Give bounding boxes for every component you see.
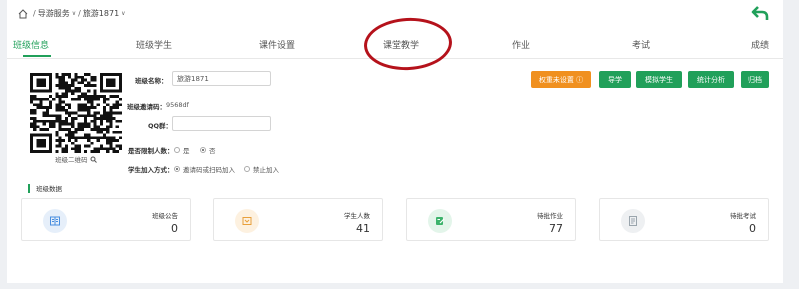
breadcrumb-current[interactable]: 旅游1871 <box>83 8 119 19</box>
radio-circle-selected[interactable] <box>200 147 206 153</box>
section-title-text: 班级数据 <box>36 185 62 193</box>
join-invite-radio[interactable]: 邀请码或扫码加入 <box>174 164 235 174</box>
chevron-down-icon[interactable]: ∨ <box>72 10 76 17</box>
tab-exam[interactable]: 考试 <box>632 38 650 51</box>
stat-name: 待批考试 <box>730 212 756 220</box>
simulate-student-button[interactable]: 模拟学生 <box>636 71 682 88</box>
class-data-section-title: 班级数据 <box>28 183 62 193</box>
annotation-circle <box>362 15 454 73</box>
qr-code-label-text: 班级二维码 <box>55 156 88 164</box>
join-method-label: 学生加入方式： <box>128 166 174 174</box>
class-name-label: 班级名称： <box>135 77 168 85</box>
section-accent-bar <box>28 183 30 193</box>
stat-card-notice[interactable]: 班级公告 0 <box>21 198 191 241</box>
invite-code-value: 9568df <box>166 101 189 109</box>
active-tab-underline <box>23 55 51 57</box>
stat-name: 学生人数 <box>344 212 370 220</box>
stat-name: 班级公告 <box>152 212 178 220</box>
stat-value: 77 <box>549 222 563 235</box>
stat-card-homework[interactable]: 待批作业 77 <box>406 198 576 241</box>
chevron-down-icon[interactable]: ∨ <box>121 10 125 17</box>
main-card: / 导游服务 ∨ / 旅游1871 ∨ 班级信息 班级学生 课件设置 课堂教学 … <box>7 0 783 283</box>
archive-button[interactable]: 归档 <box>741 71 769 88</box>
stat-value: 0 <box>749 222 756 235</box>
home-icon[interactable] <box>18 8 28 19</box>
exam-icon <box>621 209 645 233</box>
radio-label: 是 <box>183 147 190 155</box>
join-forbid-radio[interactable]: 禁止加入 <box>244 164 279 174</box>
radio-label: 邀请码或扫码加入 <box>183 166 235 174</box>
stat-name: 待批作业 <box>537 212 563 220</box>
stat-value: 0 <box>171 222 178 235</box>
qq-group-input[interactable] <box>172 116 271 131</box>
statistics-button[interactable]: 统计分析 <box>688 71 734 88</box>
guide-button[interactable]: 导学 <box>599 71 631 88</box>
breadcrumb: / 导游服务 ∨ / 旅游1871 ∨ <box>18 8 126 19</box>
tab-courseware-settings[interactable]: 课件设置 <box>259 38 295 51</box>
weight-not-set-button[interactable]: 权重未设置 ⓘ <box>531 71 591 88</box>
homework-icon <box>428 209 452 233</box>
tab-grades[interactable]: 成绩 <box>751 38 769 51</box>
radio-label: 禁止加入 <box>253 166 279 174</box>
back-arrow-icon[interactable] <box>751 5 769 21</box>
notice-icon <box>43 209 67 233</box>
breadcrumb-separator: / <box>78 9 81 18</box>
stat-value: 41 <box>356 222 370 235</box>
limit-no-radio[interactable]: 否 <box>200 145 216 155</box>
radio-circle-selected[interactable] <box>174 166 180 172</box>
limit-count-label: 是否限制人数： <box>128 147 174 155</box>
invite-code-label: 班级邀请码： <box>127 103 166 111</box>
qr-code-label[interactable]: 班级二维码 <box>55 154 97 164</box>
tab-class-students[interactable]: 班级学生 <box>136 38 172 51</box>
radio-circle[interactable] <box>244 166 250 172</box>
radio-circle[interactable] <box>174 147 180 153</box>
qq-group-label: QQ群： <box>148 122 173 130</box>
breadcrumb-section[interactable]: 导游服务 <box>38 8 70 19</box>
breadcrumb-separator: / <box>33 9 36 18</box>
qr-code-image <box>30 73 122 153</box>
tab-homework[interactable]: 作业 <box>512 38 530 51</box>
class-name-input[interactable]: 旅游1871 <box>172 71 271 86</box>
zoom-icon[interactable] <box>90 156 97 163</box>
students-icon <box>235 209 259 233</box>
limit-yes-radio[interactable]: 是 <box>174 145 190 155</box>
radio-label: 否 <box>209 147 216 155</box>
stat-card-students[interactable]: 学生人数 41 <box>213 198 383 241</box>
stat-card-exam[interactable]: 待批考试 0 <box>599 198 769 241</box>
tab-class-info[interactable]: 班级信息 <box>13 38 49 51</box>
